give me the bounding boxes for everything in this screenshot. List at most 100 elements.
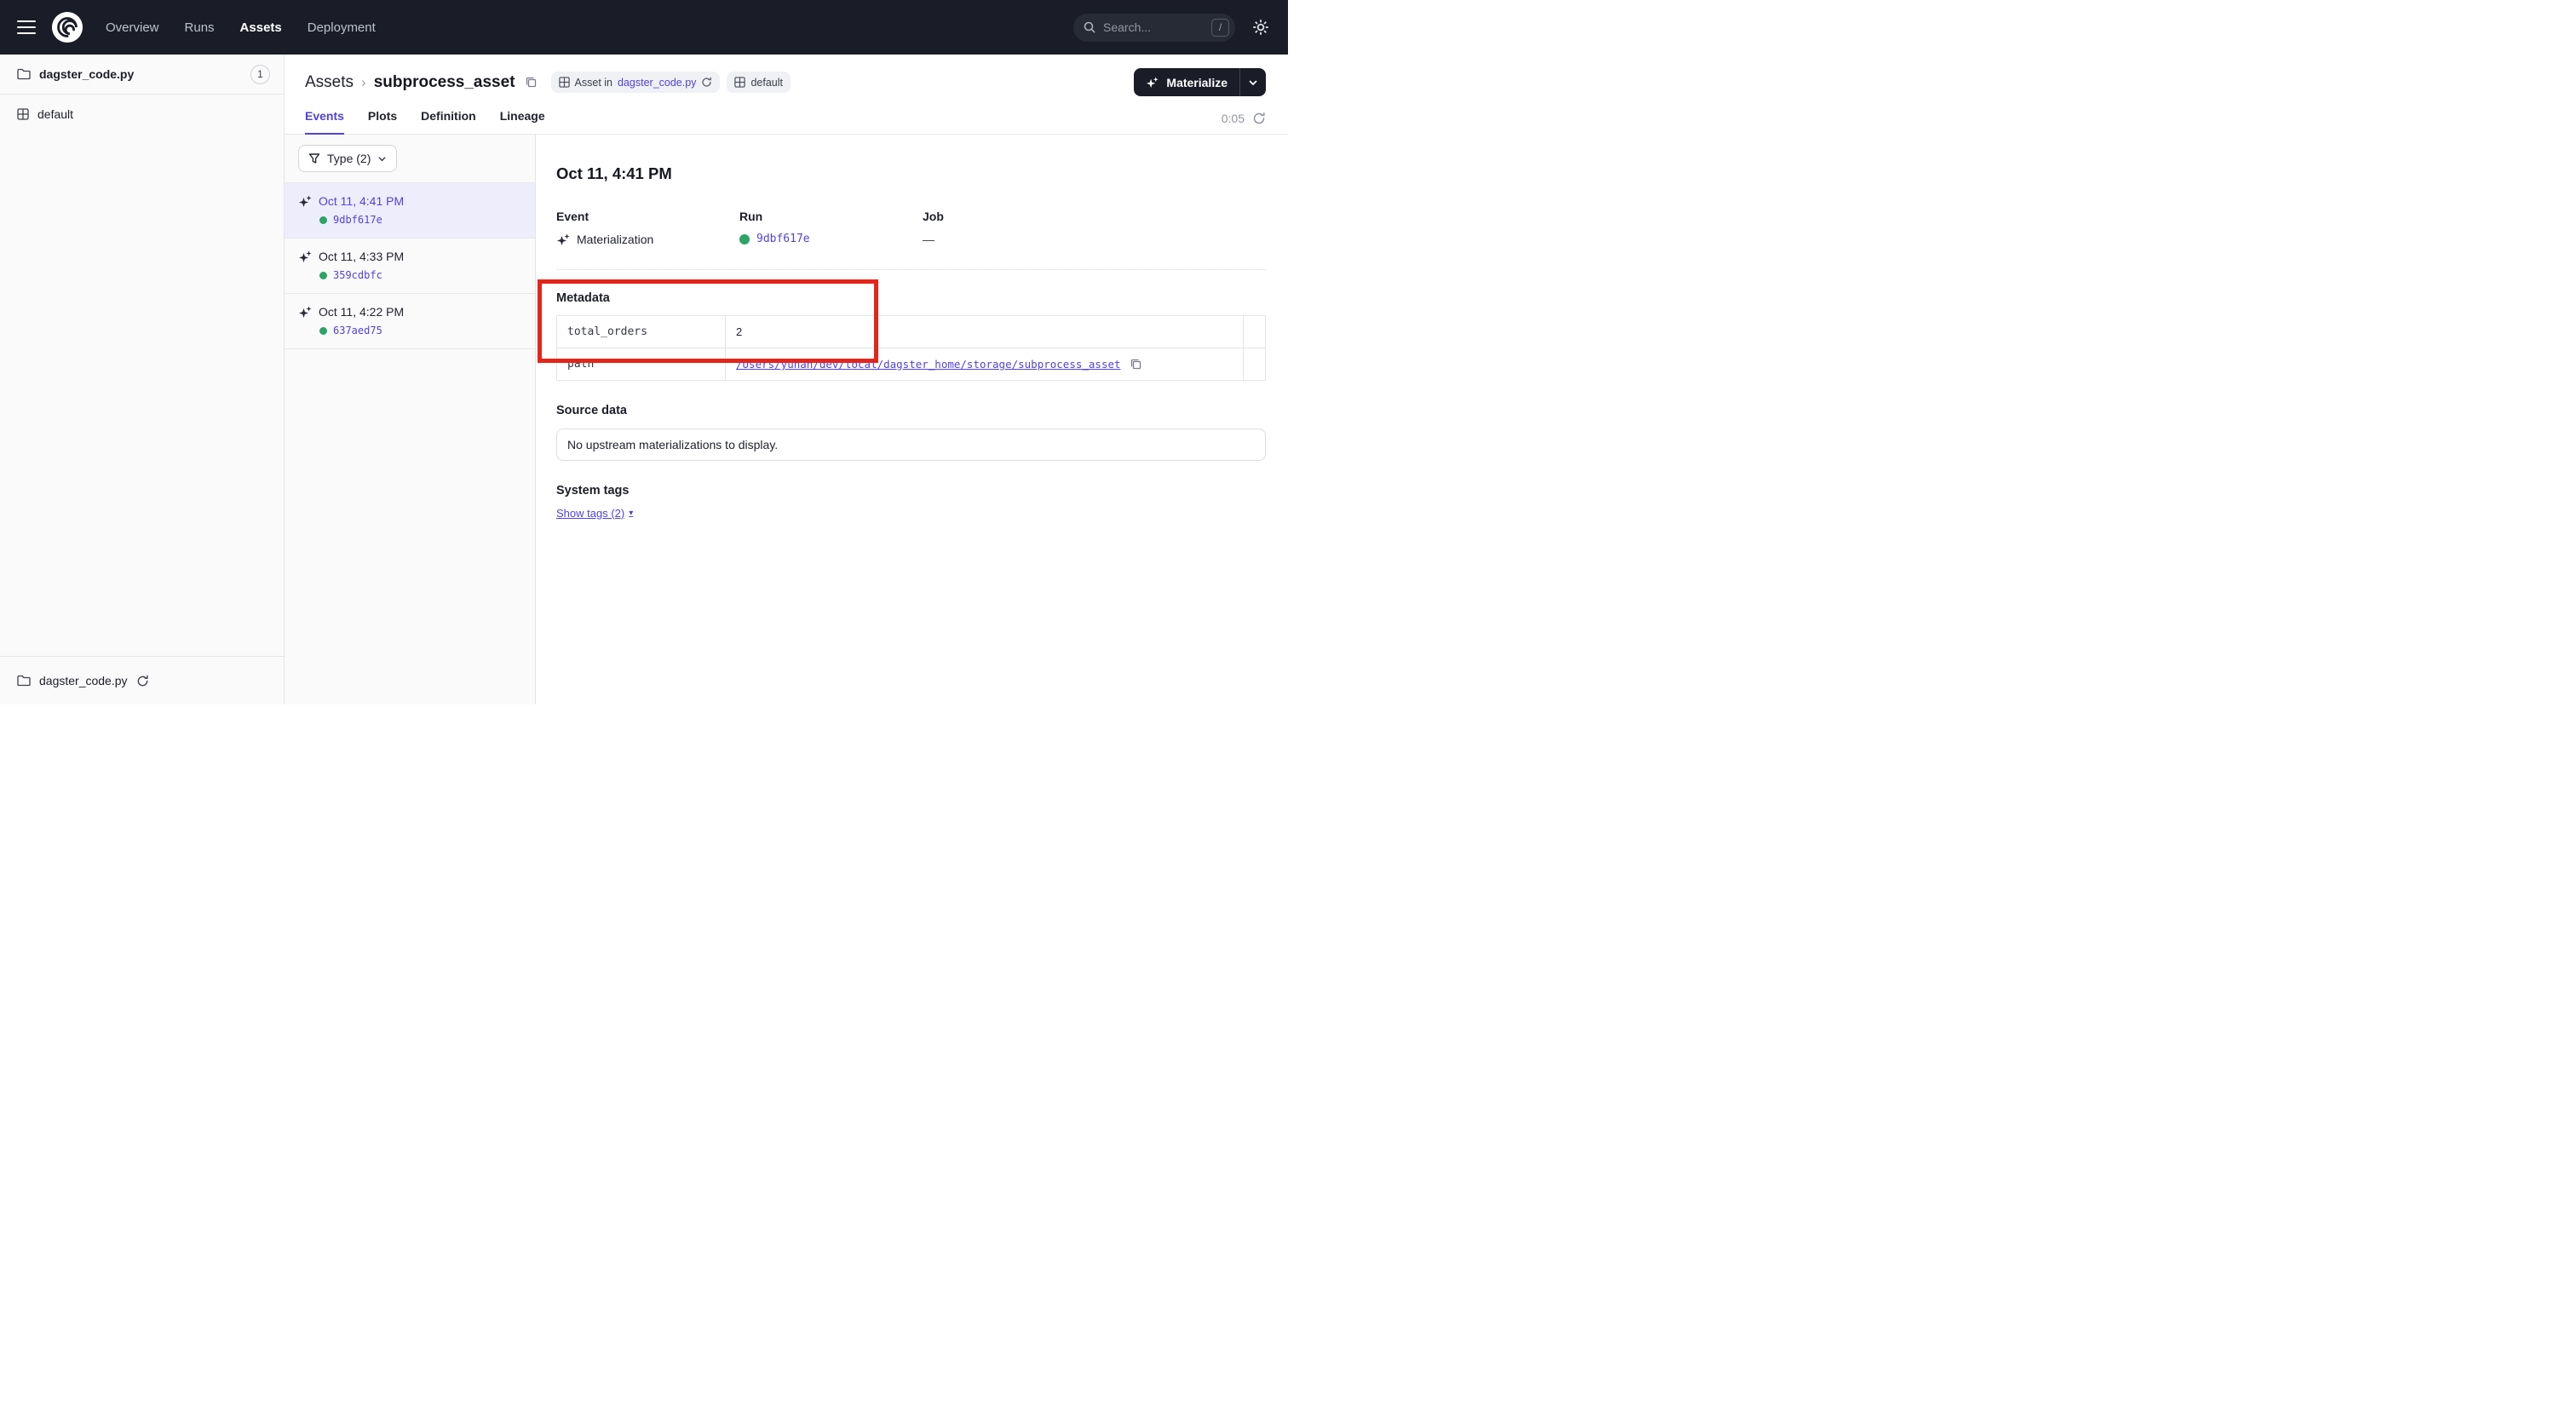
nav-assets[interactable]: Assets — [240, 20, 282, 35]
chip-default-label: default — [750, 77, 783, 89]
nav-deployment[interactable]: Deployment — [308, 20, 376, 35]
type-filter-label: Type (2) — [327, 152, 371, 165]
system-tags-heading: System tags — [556, 484, 1266, 497]
folder-icon — [17, 68, 31, 80]
run-status-dot — [319, 216, 327, 224]
tab-lineage[interactable]: Lineage — [500, 109, 545, 134]
event-list-item[interactable]: Oct 11, 4:41 PM 9dbf617e — [285, 183, 535, 239]
sidebar-code-location-label: dagster_code.py — [39, 67, 134, 81]
event-timestamp: Oct 11, 4:41 PM — [319, 194, 404, 208]
copy-path-icon[interactable] — [1130, 358, 1142, 371]
sidebar-item-code-location[interactable]: dagster_code.py 1 — [0, 55, 284, 95]
metadata-heading: Metadata — [556, 291, 1266, 305]
sidebar-item-repo-default[interactable]: default — [0, 95, 284, 134]
events-filter-row: Type (2) — [285, 135, 535, 183]
metadata-key: path — [557, 348, 726, 381]
metadata-row-actions — [1244, 316, 1266, 348]
event-list-item[interactable]: Oct 11, 4:33 PM 359cdbfc — [285, 239, 535, 294]
run-id-link[interactable]: 637aed75 — [333, 325, 382, 336]
event-timestamp: Oct 11, 4:22 PM — [319, 305, 404, 319]
search-shortcut-badge: / — [1211, 19, 1229, 37]
settings-gear-icon[interactable] — [1252, 19, 1269, 36]
section-divider — [556, 269, 1266, 270]
asset-header: Assets › subprocess_asset Asset in — [285, 55, 1288, 97]
materialize-button[interactable]: Materialize — [1134, 68, 1239, 96]
folder-icon — [17, 675, 31, 687]
refresh-icon[interactable] — [1252, 112, 1266, 125]
metadata-value: 2 — [726, 316, 1244, 348]
primary-nav: Overview Runs Assets Deployment — [106, 20, 376, 35]
system-tags-section: System tags Show tags (2)▾ — [556, 484, 1266, 520]
repo-grid-icon — [559, 77, 570, 88]
type-filter-button[interactable]: Type (2) — [298, 145, 397, 172]
asset-name: subprocess_asset — [374, 73, 515, 92]
run-id-link[interactable]: 9dbf617e — [756, 233, 810, 245]
run-id-link[interactable]: 9dbf617e — [333, 214, 382, 226]
metadata-row: total_orders 2 — [557, 316, 1266, 348]
show-tags-toggle[interactable]: Show tags (2)▾ — [556, 507, 633, 520]
events-list-panel: Type (2) Oct 11, — [285, 135, 536, 704]
event-summary-row: Event Materialization Run — [556, 210, 1266, 246]
asset-sidebar: dagster_code.py 1 default dagster_code.p… — [0, 55, 285, 704]
asset-in-code-location-chip: Asset in dagster_code.py — [551, 72, 721, 93]
run-column-label: Run — [739, 210, 923, 223]
metadata-row: path /Users/yuhan/dev/local/dagster_home… — [557, 348, 1266, 381]
event-type-value: Materialization — [577, 233, 653, 246]
repo-grid-icon — [17, 108, 29, 120]
metadata-table: total_orders 2 path /Users/yuhan/dev/loc… — [556, 315, 1266, 381]
tab-events[interactable]: Events — [305, 109, 344, 134]
repo-grid-icon — [734, 77, 745, 88]
nav-runs[interactable]: Runs — [185, 20, 215, 35]
metadata-key: total_orders — [557, 316, 726, 348]
filter-funnel-icon — [308, 152, 320, 164]
tab-definition[interactable]: Definition — [421, 109, 476, 134]
hamburger-menu-icon[interactable] — [17, 20, 36, 34]
asset-tags: Asset in dagster_code.py default — [551, 72, 791, 93]
nav-overview[interactable]: Overview — [106, 20, 159, 35]
repo-default-chip[interactable]: default — [727, 72, 791, 93]
materialization-sparkle-icon — [556, 233, 570, 246]
dagster-logo[interactable] — [51, 11, 83, 43]
reload-chip-icon[interactable] — [701, 77, 712, 88]
source-data-section: Source data No upstream materializations… — [556, 404, 1266, 461]
top-navigation-bar: Overview Runs Assets Deployment / — [0, 0, 1288, 55]
materialize-button-group: Materialize — [1134, 68, 1266, 96]
sparkle-icon — [1146, 76, 1159, 89]
event-column-label: Event — [556, 210, 739, 223]
source-data-empty-message: No upstream materializations to display. — [556, 428, 1266, 461]
materialization-sparkle-icon — [298, 250, 312, 263]
materialize-dropdown-button[interactable] — [1239, 68, 1266, 96]
materialize-label: Materialize — [1166, 76, 1228, 89]
refresh-countdown: 0:05 — [1222, 112, 1266, 134]
metadata-path-link[interactable]: /Users/yuhan/dev/local/dagster_home/stor… — [736, 358, 1121, 371]
sidebar-footer-label: dagster_code.py — [39, 674, 128, 687]
source-data-heading: Source data — [556, 404, 1266, 417]
breadcrumb-assets-link[interactable]: Assets — [305, 73, 354, 92]
tab-plots[interactable]: Plots — [368, 109, 397, 134]
materialization-sparkle-icon — [298, 305, 312, 319]
chip-asset-in-label: Asset in — [575, 77, 612, 89]
reload-code-location-icon[interactable] — [136, 675, 149, 687]
main-content: Assets › subprocess_asset Asset in — [285, 55, 1288, 704]
job-column-label: Job — [923, 210, 1106, 223]
chip-code-location-link[interactable]: dagster_code.py — [618, 77, 696, 89]
run-id-link[interactable]: 359cdbfc — [333, 269, 382, 281]
run-status-dot — [319, 327, 327, 335]
materialization-sparkle-icon — [298, 194, 312, 208]
sidebar-repo-label: default — [37, 107, 73, 121]
job-empty-value: — — [923, 233, 934, 246]
chevron-down-icon — [377, 154, 387, 164]
search-input[interactable] — [1103, 20, 1195, 34]
sidebar-footer-code-location[interactable]: dagster_code.py — [0, 656, 284, 704]
run-status-dot — [319, 272, 327, 279]
caret-down-icon: ▾ — [629, 509, 633, 518]
breadcrumb: Assets › subprocess_asset — [305, 73, 538, 92]
event-detail-panel: Oct 11, 4:41 PM Event Materialization — [536, 135, 1288, 704]
search-icon — [1083, 20, 1096, 34]
event-timestamp: Oct 11, 4:33 PM — [319, 250, 404, 263]
copy-asset-name-icon[interactable] — [525, 76, 538, 89]
asset-tabs: Events Plots Definition Lineage 0:05 — [285, 97, 1288, 135]
event-list-item[interactable]: Oct 11, 4:22 PM 637aed75 — [285, 294, 535, 349]
metadata-section: Metadata total_orders 2 path /User — [556, 291, 1266, 381]
global-search[interactable]: / — [1073, 14, 1235, 42]
